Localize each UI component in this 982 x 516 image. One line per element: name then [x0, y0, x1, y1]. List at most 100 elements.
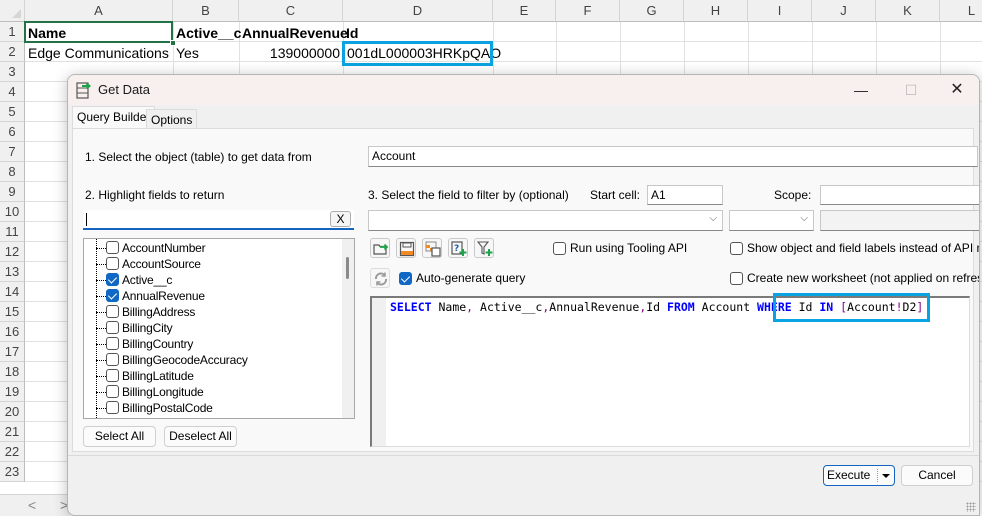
- deselect-all-button[interactable]: Deselect All: [164, 426, 237, 447]
- column-header-d[interactable]: D: [343, 0, 493, 22]
- fill-handle[interactable]: [170, 40, 176, 46]
- cell-d1[interactable]: Id: [343, 23, 361, 43]
- field-tree: AccountNumber AccountSource Active__c Annua…: [83, 238, 355, 419]
- prev-sheet-icon[interactable]: <: [28, 497, 36, 513]
- minimize-button[interactable]: —: [838, 75, 884, 105]
- filter-field-dropdown[interactable]: ⌵: [368, 210, 723, 231]
- new-worksheet-checkbox[interactable]: [730, 272, 743, 285]
- cell-a2[interactable]: Edge Communications: [25, 43, 172, 63]
- row-header-17[interactable]: 17: [0, 342, 25, 362]
- start-cell-input[interactable]: A1: [647, 185, 723, 205]
- scrollbar-thumb[interactable]: [346, 257, 349, 279]
- field-search-input[interactable]: X: [83, 210, 354, 230]
- row-header-1[interactable]: 1: [0, 22, 25, 42]
- row-header-9[interactable]: 9: [0, 182, 25, 202]
- tooling-api-checkbox[interactable]: [553, 242, 566, 255]
- auto-generate-checkbox[interactable]: [399, 272, 412, 285]
- refresh-button[interactable]: [370, 268, 390, 288]
- field-name: BillingAddress: [122, 305, 196, 319]
- row-header-10[interactable]: 10: [0, 202, 25, 222]
- execute-button[interactable]: Execute: [823, 465, 895, 486]
- new-worksheet-label: Create new worksheet (not applied on ref…: [747, 271, 980, 285]
- dialog-titlebar[interactable]: Get Data — ☐ ✕: [68, 75, 979, 105]
- field-tree-scrollbar[interactable]: [342, 239, 354, 418]
- row-header-21[interactable]: 21: [0, 422, 25, 442]
- row-header-4[interactable]: 4: [0, 82, 25, 102]
- field-checkbox[interactable]: [106, 401, 119, 414]
- row-header-7[interactable]: 7: [0, 142, 25, 162]
- clear-search-button[interactable]: X: [330, 211, 351, 227]
- row-header-5[interactable]: 5: [0, 102, 25, 122]
- tree-connector: [96, 392, 106, 393]
- open-query-button[interactable]: [370, 238, 390, 258]
- execute-dropdown-icon[interactable]: [882, 474, 890, 478]
- column-header-c[interactable]: C: [239, 0, 343, 22]
- row-header-8[interactable]: 8: [0, 162, 25, 182]
- cell-c1[interactable]: AnnualRevenue: [239, 23, 351, 43]
- resize-grip-icon[interactable]: [966, 502, 976, 512]
- filter-value-input[interactable]: [820, 210, 979, 231]
- field-checkbox[interactable]: [106, 289, 119, 302]
- tree-connector: [96, 312, 106, 313]
- cell-reference-highlight: [773, 293, 930, 322]
- row-header-22[interactable]: 22: [0, 442, 25, 462]
- row-header-14[interactable]: 14: [0, 282, 25, 302]
- field-checkbox[interactable]: [106, 337, 119, 350]
- row-header-23[interactable]: 23: [0, 462, 25, 482]
- row-header-19[interactable]: 19: [0, 382, 25, 402]
- row-header-18[interactable]: 18: [0, 362, 25, 382]
- field-checkbox[interactable]: [106, 369, 119, 382]
- field-checkbox[interactable]: [106, 321, 119, 334]
- row-header-11[interactable]: 11: [0, 222, 25, 242]
- close-button[interactable]: ✕: [934, 75, 979, 105]
- scope-input[interactable]: [820, 185, 979, 205]
- start-cell-label: Start cell:: [590, 188, 641, 202]
- field-name: BillingPostalCode: [122, 401, 213, 415]
- row-header-20[interactable]: 20: [0, 402, 25, 422]
- column-header-i[interactable]: I: [748, 0, 812, 22]
- column-header-k[interactable]: K: [876, 0, 940, 22]
- column-header-b[interactable]: B: [173, 0, 239, 22]
- cell-c2[interactable]: 139000000: [239, 43, 343, 63]
- column-header-f[interactable]: F: [556, 0, 620, 22]
- field-checkbox[interactable]: [106, 305, 119, 318]
- field-checkbox[interactable]: [106, 385, 119, 398]
- add-filter-button[interactable]: [474, 238, 494, 258]
- row-header-3[interactable]: 3: [0, 62, 25, 82]
- select-all-button[interactable]: Select All: [83, 426, 156, 447]
- row-header-6[interactable]: 6: [0, 122, 25, 142]
- show-labels-checkbox[interactable]: [730, 242, 743, 255]
- field-checkbox[interactable]: [106, 273, 119, 286]
- object-input[interactable]: Account: [368, 146, 978, 167]
- column-header-g[interactable]: G: [620, 0, 684, 22]
- field-checkbox[interactable]: [106, 353, 119, 366]
- column-header-a[interactable]: A: [25, 0, 173, 22]
- cell-b2[interactable]: Yes: [173, 43, 202, 63]
- tab-options[interactable]: Options: [146, 109, 198, 129]
- row-header-12[interactable]: 12: [0, 242, 25, 262]
- layout-button[interactable]: [422, 238, 442, 258]
- tree-connector: [96, 328, 106, 329]
- row-header-2[interactable]: 2: [0, 42, 25, 62]
- chevron-down-icon: ⌵: [709, 213, 717, 224]
- maximize-button[interactable]: ☐: [888, 75, 934, 105]
- row-header-13[interactable]: 13: [0, 262, 25, 282]
- row-header-16[interactable]: 16: [0, 322, 25, 342]
- tab-query-builder[interactable]: Query Builder: [72, 106, 156, 128]
- column-header-h[interactable]: H: [684, 0, 748, 22]
- field-checkbox[interactable]: [106, 241, 119, 254]
- column-header-l[interactable]: L: [940, 0, 982, 22]
- field-checkbox[interactable]: [106, 257, 119, 270]
- column-header-e[interactable]: E: [493, 0, 556, 22]
- select-all-corner[interactable]: [0, 0, 25, 22]
- field-name: BillingCity: [122, 321, 173, 335]
- row-header-15[interactable]: 15: [0, 302, 25, 322]
- cancel-button[interactable]: Cancel: [901, 465, 973, 486]
- operator-dropdown[interactable]: ⌵: [729, 210, 814, 231]
- add-parameter-button[interactable]: ?: [448, 238, 468, 258]
- field-name: AccountSource: [122, 257, 201, 271]
- cell-b1[interactable]: Active__c: [173, 23, 244, 43]
- column-header-j[interactable]: J: [812, 0, 876, 22]
- save-query-button[interactable]: [396, 238, 416, 258]
- refresh-icon: [375, 272, 387, 286]
